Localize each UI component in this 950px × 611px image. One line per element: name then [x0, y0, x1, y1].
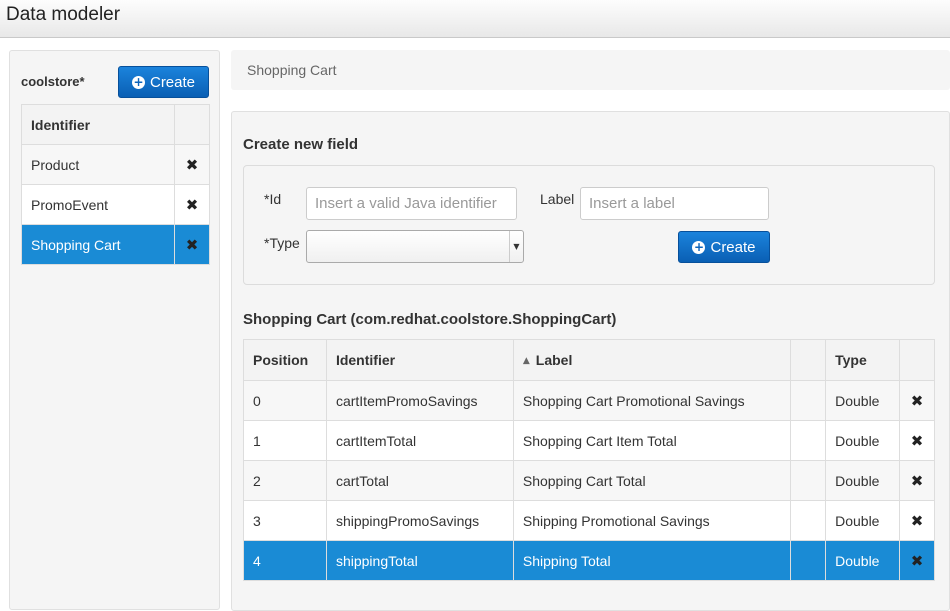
table-row[interactable]: 4 shippingTotal Shipping Total Double ✖: [243, 540, 935, 581]
create-entity-button[interactable]: + Create: [118, 66, 209, 98]
entity-table-header-actions: [174, 104, 210, 145]
type-select[interactable]: ▼: [306, 230, 524, 263]
caret-down-icon: ▼: [509, 231, 523, 262]
create-field-form: *Id Label *Type ▼ + Create: [243, 165, 935, 285]
table-row[interactable]: 2 cartTotal Shopping Cart Total Double ✖: [243, 460, 935, 501]
cell-position: 2: [243, 460, 327, 501]
entity-row-promoevent[interactable]: PromoEvent ✖: [21, 184, 210, 225]
sort-up-icon: ▲: [522, 356, 530, 366]
title-bar: Data modeler: [0, 0, 950, 38]
fields-table-title: Shopping Cart (com.redhat.coolstore.Shop…: [243, 311, 617, 328]
cell-label: Shopping Cart Promotional Savings: [512, 380, 792, 421]
close-icon[interactable]: ✖: [911, 432, 924, 450]
create-field-title: Create new field: [243, 136, 359, 153]
cell-type: Double: [825, 500, 901, 541]
plus-circle-icon: +: [131, 74, 145, 89]
create-field-label: Create: [710, 238, 756, 256]
close-icon[interactable]: ✖: [911, 472, 924, 490]
entity-label[interactable]: Product: [21, 144, 175, 185]
col-position[interactable]: Position: [243, 339, 327, 381]
app-title: Data modeler: [6, 4, 121, 25]
cell-identifier: cartTotal: [325, 460, 514, 501]
label-label: Label: [540, 191, 575, 207]
cell-label: Shopping Cart Total: [512, 460, 792, 501]
table-row[interactable]: 3 shippingPromoSavings Shipping Promotio…: [243, 500, 935, 541]
plus-circle-icon: +: [692, 239, 706, 254]
id-input[interactable]: [306, 187, 517, 220]
project-name: coolstore*: [21, 74, 85, 89]
create-entity-label: Create: [149, 73, 196, 91]
close-icon[interactable]: ✖: [911, 512, 924, 530]
entity-row-shopping-cart[interactable]: Shopping Cart ✖: [21, 224, 210, 265]
table-row[interactable]: 0 cartItemPromoSavings Shopping Cart Pro…: [243, 380, 935, 421]
entity-label[interactable]: Shopping Cart: [21, 224, 175, 265]
col-extra: [790, 339, 827, 381]
close-icon[interactable]: ✖: [186, 196, 199, 214]
cell-position: 4: [243, 540, 327, 581]
cell-type: Double: [825, 540, 901, 581]
close-icon[interactable]: ✖: [186, 156, 199, 174]
col-actions: [899, 339, 935, 381]
breadcrumb: Shopping Cart: [231, 50, 950, 90]
entity-label[interactable]: PromoEvent: [21, 184, 175, 225]
close-icon[interactable]: ✖: [186, 236, 199, 254]
id-label: *Id: [264, 191, 282, 207]
col-type[interactable]: Type: [825, 339, 901, 381]
entity-table-header: Identifier: [21, 104, 175, 145]
fields-table: Position Identifier ▲ Label Type 0 cartIt…: [243, 339, 935, 581]
cell-identifier: cartItemPromoSavings: [325, 380, 514, 421]
cell-identifier: cartItemTotal: [325, 420, 514, 461]
entity-table: Identifier Product ✖ PromoEvent ✖ Shoppi…: [21, 104, 210, 265]
cell-position: 0: [243, 380, 327, 421]
cell-position: 3: [243, 500, 327, 541]
create-field-button[interactable]: + Create: [678, 231, 770, 263]
close-icon[interactable]: ✖: [911, 392, 924, 410]
cell-label: Shipping Total: [512, 540, 792, 581]
cell-identifier: shippingTotal: [325, 540, 514, 581]
fields-table-header: Position Identifier ▲ Label Type: [243, 339, 935, 381]
close-icon[interactable]: ✖: [911, 552, 924, 570]
cell-position: 1: [243, 420, 327, 461]
cell-identifier: shippingPromoSavings: [325, 500, 514, 541]
label-input[interactable]: [580, 187, 769, 220]
col-identifier[interactable]: Identifier: [325, 339, 514, 381]
entity-detail-panel: Create new field *Id Label *Type ▼ + Cre…: [231, 111, 950, 611]
col-label-header[interactable]: ▲ Label: [512, 339, 792, 381]
cell-label: Shipping Promotional Savings: [512, 500, 792, 541]
cell-type: Double: [825, 380, 901, 421]
type-label: *Type: [264, 235, 300, 251]
col-label: Label: [535, 352, 573, 368]
entity-list-panel: coolstore* + Create Identifier Product ✖…: [9, 50, 220, 610]
cell-type: Double: [825, 460, 901, 501]
entity-row-product[interactable]: Product ✖: [21, 144, 210, 185]
table-row[interactable]: 1 cartItemTotal Shopping Cart Item Total…: [243, 420, 935, 461]
cell-label: Shopping Cart Item Total: [512, 420, 792, 461]
cell-type: Double: [825, 420, 901, 461]
